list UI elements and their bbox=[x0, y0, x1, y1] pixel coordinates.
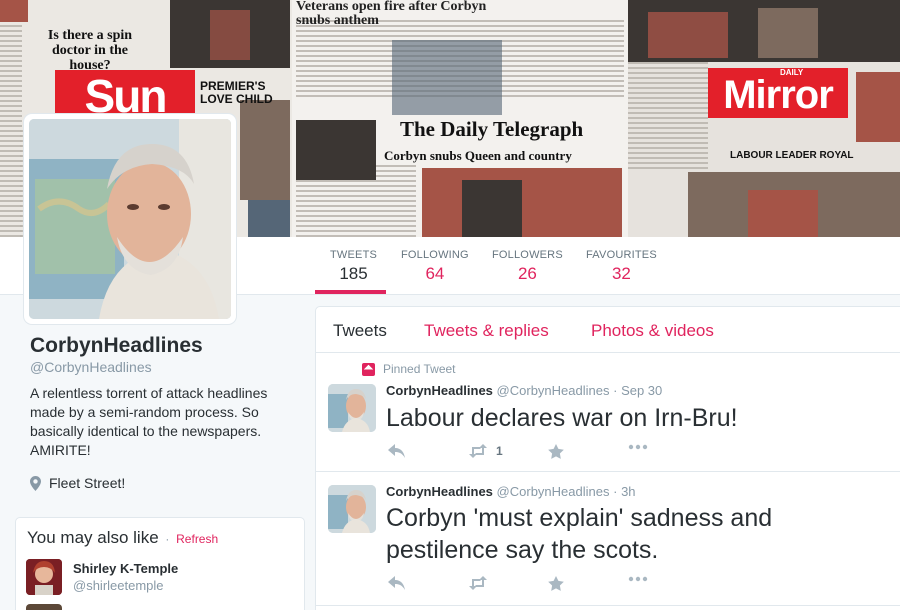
stat-followers[interactable]: FOLLOWERS 26 bbox=[492, 249, 563, 284]
tweet-avatar[interactable] bbox=[328, 384, 376, 432]
profile-handle[interactable]: @CorbynHeadlines bbox=[30, 359, 152, 375]
retweet-button[interactable]: 1 bbox=[468, 444, 503, 458]
profile-display-name[interactable]: CorbynHeadlines bbox=[30, 334, 203, 358]
tweet-author-name[interactable]: CorbynHeadlines bbox=[386, 484, 493, 499]
avatar-portrait-image bbox=[29, 119, 231, 319]
pinned-tweet-indicator: Pinned Tweet bbox=[362, 362, 456, 376]
tab-tweets-and-replies[interactable]: Tweets & replies bbox=[424, 321, 549, 341]
stat-following[interactable]: FOLLOWING 64 bbox=[401, 249, 469, 284]
retweet-count: 1 bbox=[496, 444, 503, 458]
stat-tweets-label: TWEETS bbox=[330, 249, 378, 261]
stat-tweets[interactable]: TWEETS 185 bbox=[330, 249, 377, 284]
favorite-star-icon[interactable] bbox=[548, 576, 564, 591]
tweet-header: CorbynHeadlines @CorbynHeadlines · Sep 3… bbox=[386, 383, 662, 398]
tweet-author-handle[interactable]: @CorbynHeadlines bbox=[497, 383, 610, 398]
stat-followers-label: FOLLOWERS bbox=[492, 249, 563, 261]
stat-favourites-value: 32 bbox=[611, 264, 631, 283]
who-to-follow-module: You may also like · Refresh Shirley K-Te… bbox=[15, 517, 305, 610]
telegraph-masthead: The Daily Telegraph bbox=[400, 117, 584, 141]
tweet-author-handle[interactable]: @CorbynHeadlines bbox=[497, 484, 610, 499]
suggested-account-avatar[interactable] bbox=[26, 559, 62, 595]
tweet-pinned[interactable]: Pinned Tweet CorbynHeadlines @CorbynHead… bbox=[316, 354, 900, 472]
profile-bio: A relentless torrent of attack headlines… bbox=[30, 385, 268, 458]
mirror-masthead: Mirror bbox=[708, 68, 848, 118]
stat-tweets-value: 185 bbox=[339, 264, 368, 283]
banner-headline-top: Veterans open fire after Corbyn snubs an… bbox=[296, 0, 487, 28]
tweet-text: Labour declares war on Irn-Bru! bbox=[386, 404, 738, 432]
mirror-headline: LABOUR LEADER ROYAL bbox=[730, 150, 854, 161]
more-options-icon[interactable] bbox=[628, 576, 648, 582]
retweet-icon bbox=[469, 444, 487, 458]
profile-avatar bbox=[29, 119, 231, 319]
who-to-follow-title: You may also like bbox=[27, 528, 159, 547]
who-to-follow-header: You may also like · Refresh bbox=[27, 528, 218, 548]
tab-photos-and-videos[interactable]: Photos & videos bbox=[591, 321, 714, 341]
tab-tweets[interactable]: Tweets bbox=[333, 321, 387, 341]
tweet-text: Corbyn 'must explain' sadness and pestil… bbox=[386, 504, 773, 564]
banner-headline-premier: PREMIER'S LOVE CHILD bbox=[200, 79, 273, 106]
pin-icon bbox=[362, 362, 375, 376]
who-to-follow-separator: · bbox=[165, 532, 170, 546]
stat-followers-value: 26 bbox=[517, 264, 537, 283]
tweet-header-separator: · bbox=[613, 383, 618, 398]
suggested-account-avatar[interactable] bbox=[26, 604, 62, 610]
favorite-star-icon[interactable] bbox=[548, 444, 564, 459]
retweet-icon[interactable] bbox=[468, 576, 488, 590]
tweet-timestamp[interactable]: 3h bbox=[621, 484, 635, 499]
stat-following-label: FOLLOWING bbox=[401, 249, 469, 261]
mirror-daily-label: DAILY bbox=[780, 68, 804, 77]
profile-location: Fleet Street! bbox=[30, 475, 125, 491]
stat-following-value: 64 bbox=[425, 264, 445, 283]
suggested-account[interactable]: Shirley K-Temple @shirleetemple bbox=[26, 559, 178, 595]
tweet-author-name[interactable]: CorbynHeadlines bbox=[386, 383, 493, 398]
banner-headline-spin-doctor: Is there a spin doctor in the house? bbox=[47, 28, 133, 73]
stat-favourites-label: FAVOURITES bbox=[586, 249, 657, 261]
profile-location-text: Fleet Street! bbox=[49, 475, 126, 491]
timeline-tabs: Tweets Tweets & replies Photos & videos bbox=[316, 307, 900, 353]
more-options-icon[interactable] bbox=[628, 444, 648, 450]
telegraph-headline: Corbyn snubs Queen and country bbox=[384, 148, 572, 163]
mirror-newspaper-image bbox=[628, 0, 900, 237]
tweet-header: CorbynHeadlines @CorbynHeadlines · 3h bbox=[386, 484, 636, 499]
timeline: Tweets Tweets & replies Photos & videos … bbox=[315, 306, 900, 610]
stat-favourites[interactable]: FAVOURITES 32 bbox=[586, 249, 657, 284]
pinned-tweet-label: Pinned Tweet bbox=[383, 362, 456, 376]
tweet-avatar[interactable] bbox=[328, 485, 376, 533]
suggested-account-partial[interactable] bbox=[26, 604, 62, 610]
tweet[interactable]: CorbynHeadlines @CorbynHeadlines · 3h Co… bbox=[316, 472, 900, 606]
tweet-header-separator: · bbox=[613, 484, 618, 499]
tweet-timestamp[interactable]: Sep 30 bbox=[621, 383, 662, 398]
location-pin-icon bbox=[30, 475, 41, 491]
profile-avatar-frame[interactable] bbox=[24, 114, 236, 324]
suggested-account-handle: @shirleetemple bbox=[73, 578, 164, 593]
tweet-actions bbox=[386, 576, 686, 594]
reply-icon[interactable] bbox=[388, 444, 405, 458]
suggested-account-name[interactable]: Shirley K-Temple bbox=[73, 561, 178, 576]
tweet-actions: 1 bbox=[386, 444, 686, 462]
active-stat-underline bbox=[315, 290, 386, 294]
reply-icon[interactable] bbox=[388, 576, 405, 590]
refresh-suggestions-link[interactable]: Refresh bbox=[176, 532, 218, 546]
